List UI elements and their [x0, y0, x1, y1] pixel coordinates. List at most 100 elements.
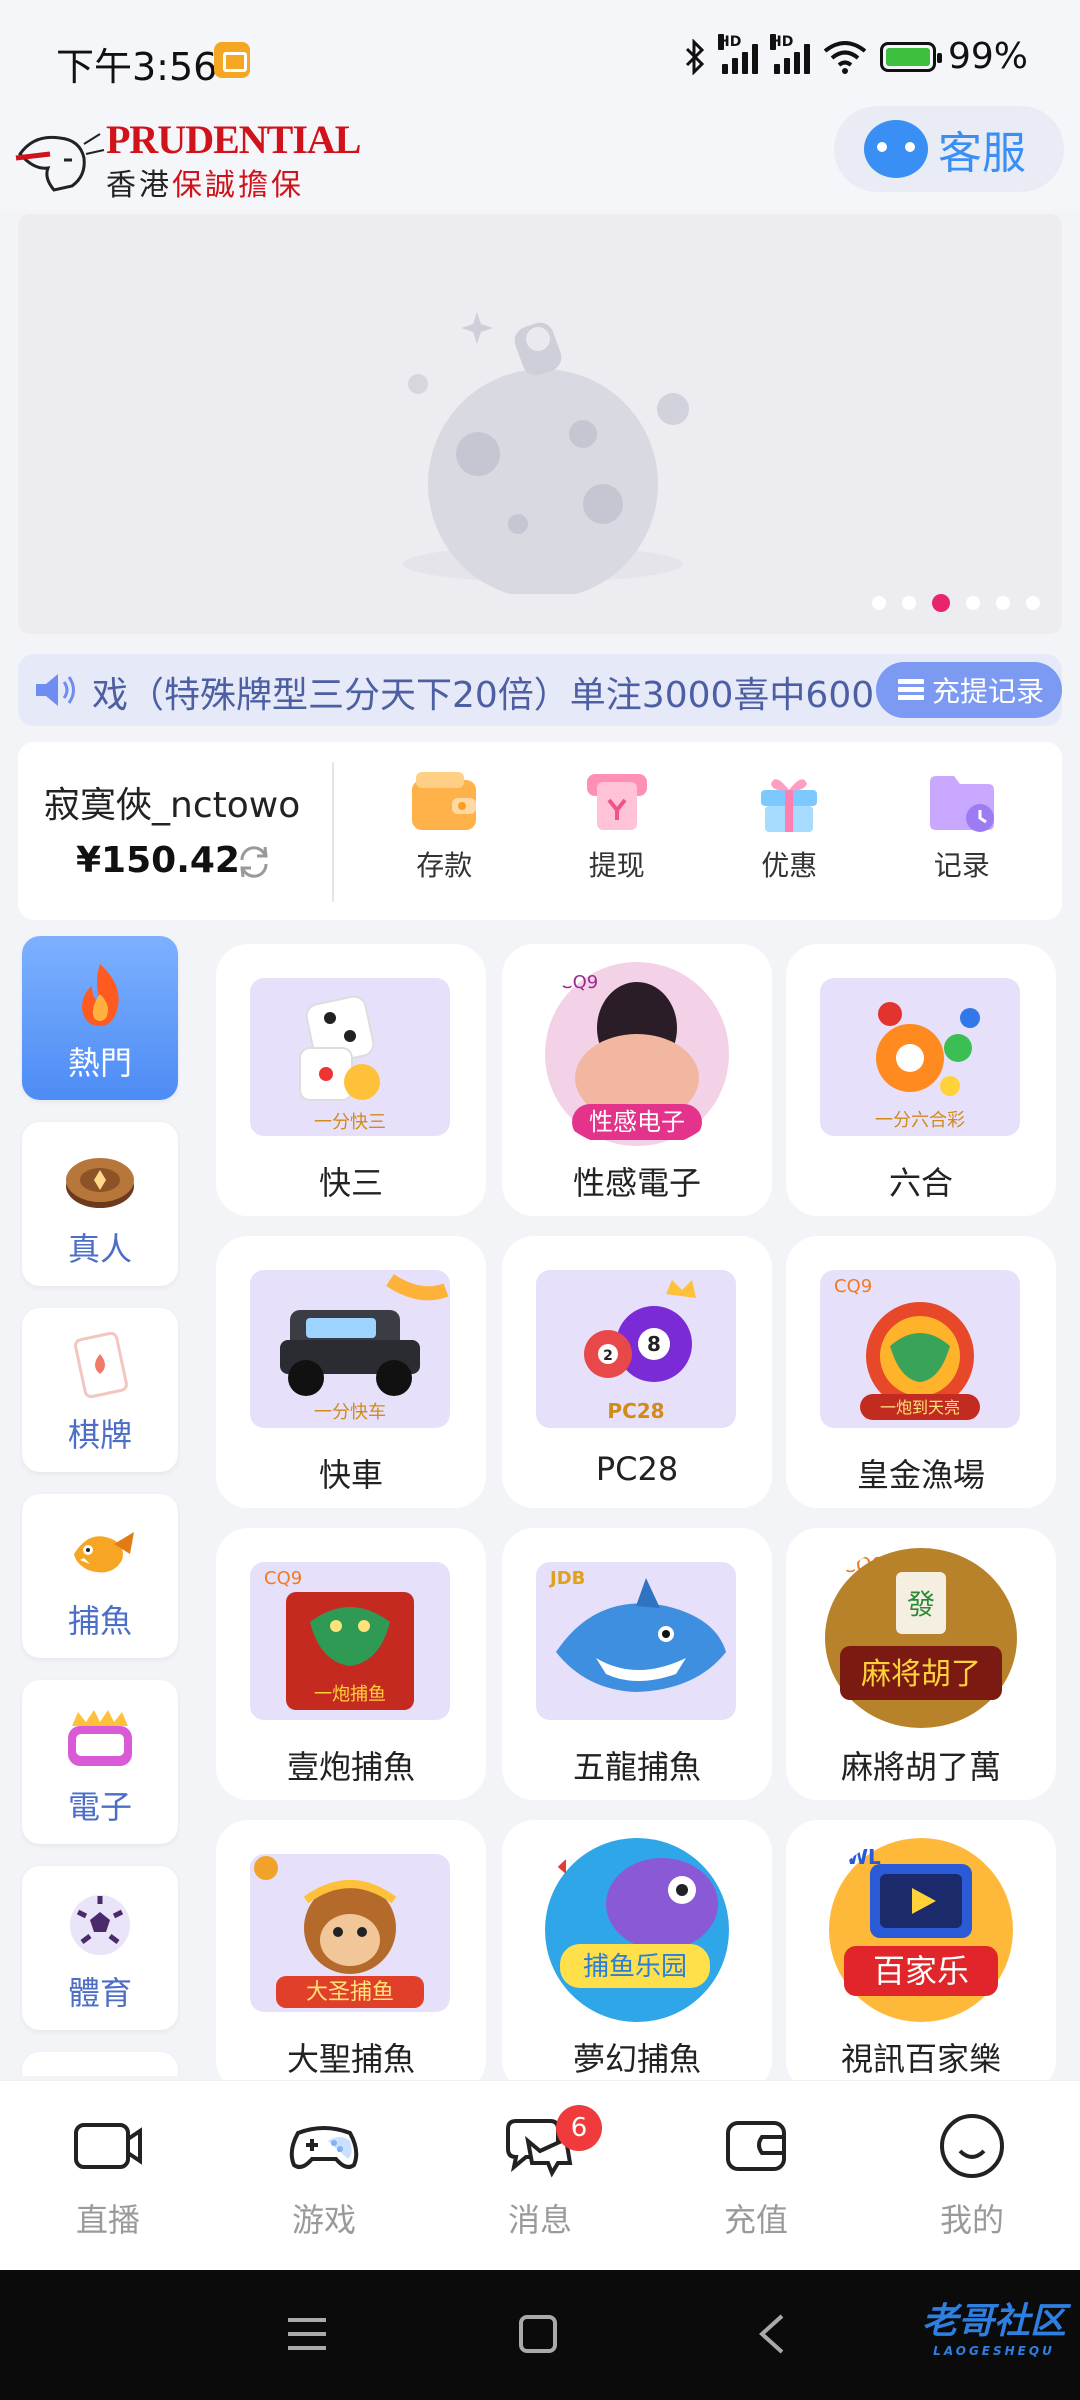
nav-recharge[interactable]: 充值 — [648, 2081, 864, 2270]
game-name: 夢幻捕魚 — [572, 2040, 701, 2078]
announcement-marquee[interactable]: 戏（特殊牌型三分天下20倍）单注3000喜中600 充提记录 — [18, 654, 1062, 726]
category-fishing[interactable]: 捕魚 — [22, 1494, 178, 1658]
watermark-subtext: LAOGESHEQU — [933, 2344, 1055, 2358]
game-tile-video-baccarat[interactable]: 百家乐 WL 視訊百家樂 — [786, 1820, 1056, 2080]
nav-profile[interactable]: 我的 — [864, 2081, 1080, 2270]
svg-text:CQ9: CQ9 — [264, 1568, 302, 1589]
bluetooth-icon — [685, 38, 705, 75]
game-name: 壹炮捕魚 — [286, 1748, 415, 1786]
wallet-icon — [412, 772, 477, 830]
list-icon — [898, 679, 924, 701]
fishery-art: CQ9 一炮到天亮 — [834, 1276, 980, 1420]
svg-text:CQ9: CQ9 — [834, 1276, 872, 1297]
category-slots[interactable]: 電子 — [22, 1680, 178, 1844]
system-navigation-bar: 老哥社区 LAOGESHEQU — [0, 2270, 1080, 2400]
one-shot-fishing-art: CQ9 一炮捕鱼 — [264, 1568, 414, 1710]
game-tile-pc28[interactable]: 8 2 PC28 PC28 — [502, 1236, 772, 1508]
svg-text:大圣捕鱼: 大圣捕鱼 — [306, 1980, 394, 2005]
lottery-balls-icon: 一分六合彩 — [875, 1002, 980, 1131]
deposit-withdraw-record-button[interactable]: 充提记录 — [876, 662, 1062, 718]
refresh-icon[interactable] — [234, 842, 274, 882]
deposit-label: 存款 — [416, 849, 473, 882]
back-icon[interactable] — [756, 2314, 786, 2354]
game-thumbnail: 性感电子 CQ9 — [532, 958, 742, 1150]
moon-placeholder-illustration — [403, 312, 689, 594]
customer-service-button[interactable]: 客服 — [834, 106, 1064, 192]
svg-text:2: 2 — [603, 1348, 613, 1364]
game-tile-five-dragons-fishing[interactable]: JDB 五龍捕魚 — [502, 1528, 772, 1800]
dream-fishing-art: 捕鱼乐园 — [545, 1838, 729, 2022]
category-hot[interactable]: 熱門 — [22, 936, 178, 1100]
home-icon[interactable] — [518, 2314, 558, 2354]
battery-icon — [879, 41, 942, 72]
mahjong-art: CQ9 發 麻将胡了 — [825, 1548, 1017, 1728]
status-bar: 下午3:56 HD HD 99% — [0, 0, 1080, 120]
game-thumbnail: 一分六合彩 — [820, 978, 1020, 1136]
deposit-button[interactable]: 存款 — [358, 766, 531, 906]
category-label: 熱門 — [67, 1044, 132, 1082]
category-more[interactable] — [22, 2052, 178, 2076]
nav-label: 充值 — [723, 2201, 788, 2239]
slot-machine-icon — [68, 1710, 132, 1766]
records-button[interactable]: 记录 — [876, 766, 1049, 906]
pagination-dot[interactable] — [996, 596, 1010, 610]
menu-icon[interactable] — [286, 2314, 328, 2354]
category-live[interactable]: 真人 — [22, 1122, 178, 1286]
game-tile-dream-fishing[interactable]: 捕鱼乐园 夢幻捕魚 — [502, 1820, 772, 2080]
svg-text:發: 發 — [907, 1588, 935, 1621]
game-tile-monkey-king-fishing[interactable]: 大圣捕鱼 大聖捕魚 — [216, 1820, 486, 2080]
pagination-dot[interactable] — [966, 596, 980, 610]
divider — [332, 762, 334, 902]
nav-live[interactable]: 直播 — [0, 2081, 216, 2270]
message-badge: 6 — [556, 2105, 602, 2151]
game-name: 五龍捕魚 — [572, 1748, 701, 1786]
game-thumbnail: CQ9 發 麻将胡了 — [816, 1542, 1026, 1734]
promotions-label: 优惠 — [761, 849, 818, 882]
game-thumbnail: 8 2 PC28 — [536, 1270, 736, 1428]
brand-logo: PRUDENTIAL 香港保誠擔保 — [14, 116, 361, 206]
svg-text:麻将胡了: 麻将胡了 — [861, 1657, 981, 1692]
announcement-text: 戏（特殊牌型三分天下20倍）单注3000喜中600 — [92, 675, 875, 716]
promotions-button[interactable]: 优惠 — [703, 766, 876, 906]
logo-zh-part2: 保誠擔保 — [172, 168, 304, 203]
game-thumbnail: 百家乐 WL — [816, 1834, 1026, 2026]
game-thumbnail: CQ9 一炮捕鱼 — [250, 1562, 450, 1720]
nav-games[interactable]: 游戏 — [216, 2081, 432, 2270]
game-grid: 一分快三 快三 性感电子 CQ9 性感電子 一分六合彩 六合 一分快车 快車 8… — [216, 944, 1056, 2080]
category-label: 體育 — [67, 1974, 132, 2012]
game-tile-sexy-slots[interactable]: 性感电子 CQ9 性感電子 — [502, 944, 772, 1216]
category-sports[interactable]: 體育 — [22, 1866, 178, 2030]
pagination-dot[interactable] — [1026, 596, 1040, 610]
notification-icon — [214, 42, 250, 78]
category-card-games[interactable]: 棋牌 — [22, 1308, 178, 1472]
customer-service-label: 客服 — [938, 128, 1026, 179]
dice-icon: 一分快三 — [299, 995, 386, 1133]
pagination-dot-active[interactable] — [932, 594, 950, 612]
signal-hd-label: HD — [717, 33, 742, 50]
withdraw-icon — [586, 774, 647, 830]
pc28-balls-icon: 8 2 PC28 — [584, 1280, 696, 1423]
game-tile-mahjong-ways[interactable]: CQ9 發 麻将胡了 麻將胡了萬 — [786, 1528, 1056, 1800]
flame-icon — [82, 964, 119, 1026]
game-tile-one-shot-fishing[interactable]: CQ9 一炮捕鱼 壹炮捕魚 — [216, 1528, 486, 1800]
nav-messages[interactable]: 6 消息 — [432, 2081, 648, 2270]
promo-banner[interactable] — [18, 214, 1062, 634]
pagination-dot[interactable] — [902, 596, 916, 610]
game-tile-mark-six[interactable]: 一分六合彩 六合 — [786, 944, 1056, 1216]
watermark-text: 老哥社区 — [921, 2301, 1066, 2342]
withdraw-button[interactable]: 提现 — [531, 766, 704, 906]
sexy-slots-art: 性感电子 CQ9 — [545, 962, 729, 1146]
game-tile-k3[interactable]: 一分快三 快三 — [216, 944, 486, 1216]
game-tile-golden-fishery[interactable]: CQ9 一炮到天亮 皇金漁場 — [786, 1236, 1056, 1508]
nav-label: 直播 — [75, 2201, 140, 2239]
withdraw-label: 提现 — [588, 849, 645, 882]
records-label: 记录 — [933, 849, 990, 882]
game-thumbnail: 捕鱼乐园 — [532, 1834, 742, 2026]
battery-level: 99% — [947, 36, 1028, 77]
svg-text:WL: WL — [846, 1845, 881, 1869]
logo-text-en: PRUDENTIAL — [106, 117, 361, 162]
game-name: 六合 — [888, 1164, 953, 1202]
game-tile-racing[interactable]: 一分快车 快車 — [216, 1236, 486, 1508]
pagination-dot[interactable] — [872, 596, 886, 610]
headset-icon — [864, 120, 928, 178]
